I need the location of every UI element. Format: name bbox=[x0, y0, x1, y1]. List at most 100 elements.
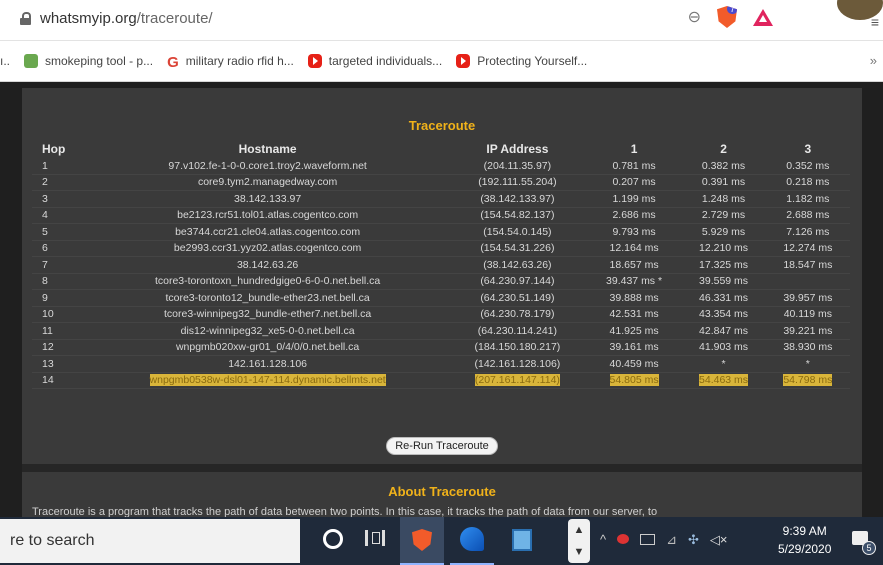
cell-ip-address: (38.142.133.97) bbox=[448, 190, 587, 208]
cell-hostname: wnpgmb0538w-dsl01-147-114.dynamic.bellmt… bbox=[87, 372, 449, 389]
taskbar-search-input[interactable]: re to search bbox=[0, 519, 300, 563]
cell-time-3: 18.547 ms bbox=[765, 256, 850, 274]
cell-ip-address: (154.54.0.145) bbox=[448, 223, 587, 241]
cell-time-3 bbox=[765, 273, 850, 290]
brave-rewards-icon[interactable] bbox=[753, 8, 773, 26]
cell-hop: 13 bbox=[32, 355, 88, 373]
cell-time-1: 54.805 ms bbox=[586, 372, 682, 389]
cell-time-1: 9.793 ms bbox=[586, 223, 682, 241]
cell-time-3: * bbox=[765, 355, 850, 373]
cell-time-3: 54.798 ms bbox=[765, 372, 850, 389]
url-host: whatsmyip.org bbox=[40, 10, 137, 27]
cortana-icon[interactable] bbox=[323, 529, 343, 549]
browser-menu-icon[interactable]: ≡ bbox=[871, 14, 879, 30]
highlighted-text: (207.161.147.114) bbox=[474, 374, 560, 387]
cell-time-2: 5.929 ms bbox=[681, 223, 766, 241]
cell-hostname: tcore3-toronto12_bundle-ether23.net.bell… bbox=[87, 289, 449, 307]
task-view-icon[interactable] bbox=[365, 530, 385, 546]
bookmark-military-radio[interactable]: G military radio rfid h... bbox=[167, 54, 294, 71]
cell-time-3: 0.218 ms bbox=[765, 174, 850, 191]
cell-hop: 12 bbox=[32, 339, 88, 356]
table-row: 3 38.142.133.97 (38.142.133.97) 1.199 ms 1.2… bbox=[32, 190, 850, 208]
taskbar-brave-app[interactable] bbox=[400, 517, 444, 565]
bookmark-label: targeted individuals... bbox=[328, 54, 443, 68]
cell-hostname: 142.161.128.106 bbox=[87, 355, 449, 373]
cell-time-2: 12.210 ms bbox=[681, 240, 766, 257]
shield-count-badge: 7 bbox=[727, 6, 737, 14]
zoom-icon[interactable]: ⊖ bbox=[688, 7, 701, 27]
highlighted-text: 54.798 ms bbox=[783, 374, 833, 387]
table-row: 8 tcore3-torontoxn_hundredgige0-6-0-0.net… bbox=[32, 273, 850, 290]
table-row: 14 wnpgmb0538w-dsl01-147-114.dynamic.bell… bbox=[32, 372, 850, 389]
tray-overflow-button[interactable]: ▲ ▼ bbox=[568, 519, 590, 563]
cell-ip-address: (64.230.114.241) bbox=[448, 322, 587, 340]
cell-ip-address: (154.54.82.137) bbox=[448, 207, 587, 224]
tray-app-icon[interactable] bbox=[617, 534, 630, 544]
cell-hostname: be3744.ccr21.cle04.atlas.cogentco.com bbox=[87, 223, 449, 241]
cell-hostname: tcore3-torontoxn_hundredgige0-6-0-0.net.… bbox=[87, 273, 449, 290]
cell-time-3: 2.688 ms bbox=[765, 207, 850, 224]
url-field[interactable]: whatsmyip.org/traceroute/ bbox=[20, 10, 213, 27]
bookmark-protecting-yourself[interactable]: Protecting Yourself... bbox=[456, 54, 587, 68]
bookmark-overflow-left[interactable]: ı.. bbox=[0, 54, 10, 68]
system-tray: ^ ⊿ ✣ ◁× bbox=[600, 532, 728, 548]
cell-time-1: 0.207 ms bbox=[586, 174, 682, 191]
battery-icon[interactable] bbox=[640, 534, 656, 545]
cell-time-1: 1.199 ms bbox=[586, 190, 682, 208]
cell-time-1: 0.781 ms bbox=[586, 158, 682, 175]
table-row: 10 tcore3-winnipeg32_bundle-ether7.net.be… bbox=[32, 306, 850, 323]
edge-browser-icon bbox=[460, 527, 484, 551]
table-row: 6 be2993.ccr31.yyz02.atlas.cogentco.com (1… bbox=[32, 240, 850, 257]
bookmark-smokeping[interactable]: smokeping tool - p... bbox=[24, 54, 153, 68]
bookmark-label: Protecting Yourself... bbox=[477, 54, 588, 68]
cell-hostname: 97.v102.fe-1-0-0.core1.troy2.waveform.ne… bbox=[87, 158, 449, 175]
cell-time-3: 1.182 ms bbox=[765, 190, 850, 208]
cell-hostname: be2993.ccr31.yyz02.atlas.cogentco.com bbox=[87, 240, 449, 257]
cell-ip-address: (64.230.78.179) bbox=[448, 306, 587, 323]
cell-hostname: 38.142.63.26 bbox=[87, 256, 449, 274]
taskbar-edge-app[interactable] bbox=[450, 517, 494, 565]
cell-time-2: 0.391 ms bbox=[681, 174, 766, 191]
lock-icon[interactable] bbox=[20, 12, 31, 25]
cell-hop: 7 bbox=[32, 256, 88, 274]
table-row: 9 tcore3-toronto12_bundle-ether23.net.bel… bbox=[32, 289, 850, 307]
cell-hostname: 38.142.133.97 bbox=[87, 190, 449, 208]
youtube-favicon-icon bbox=[456, 54, 471, 68]
dropbox-icon[interactable]: ✣ bbox=[688, 532, 699, 548]
table-row: 2 core9.tym2.managedway.com (192.111.55.20… bbox=[32, 174, 850, 191]
cell-time-3: 38.930 ms bbox=[765, 339, 850, 356]
cell-ip-address: (204.11.35.97) bbox=[448, 158, 587, 175]
cell-time-1: 39.437 ms * bbox=[586, 273, 682, 290]
cell-time-1: 12.164 ms bbox=[586, 240, 682, 257]
cell-hop: 11 bbox=[32, 322, 88, 340]
bookmark-targeted-individuals[interactable]: targeted individuals... bbox=[307, 54, 443, 68]
cell-time-1: 39.161 ms bbox=[586, 339, 682, 356]
cell-time-2: * bbox=[681, 355, 766, 373]
cell-hostname: dis12-winnipeg32_xe5-0-0.net.bell.ca bbox=[87, 322, 449, 340]
rerun-traceroute-button[interactable]: Re-Run Traceroute bbox=[386, 437, 498, 455]
google-favicon-icon: G bbox=[167, 54, 179, 71]
cell-hop: 1 bbox=[32, 158, 88, 175]
notification-count-badge: 5 bbox=[862, 541, 876, 555]
taskbar-notepad-app[interactable] bbox=[500, 517, 544, 565]
cell-time-1: 41.925 ms bbox=[586, 322, 682, 340]
brave-shield-icon[interactable]: 7 bbox=[717, 6, 737, 28]
url-path: /traceroute/ bbox=[136, 10, 213, 27]
volume-icon[interactable]: ◁× bbox=[710, 532, 728, 548]
tray-chevron-icon[interactable]: ^ bbox=[600, 532, 606, 548]
cell-hostname: wnpgmb020xw-gr01_0/4/0/0.net.bell.ca bbox=[87, 339, 449, 356]
cell-ip-address: (64.230.97.144) bbox=[448, 273, 587, 290]
taskbar-clock[interactable]: 9:39 AM 5/29/2020 bbox=[778, 522, 831, 558]
table-row: 5 be3744.ccr21.cle04.atlas.cogentco.com (1… bbox=[32, 223, 850, 241]
bookmarks-more-icon[interactable]: » bbox=[870, 53, 877, 68]
bookmark-label: military radio rfid h... bbox=[185, 54, 294, 68]
cell-time-2: 41.903 ms bbox=[681, 339, 766, 356]
cell-time-2: 0.382 ms bbox=[681, 158, 766, 175]
table-row: 12 wnpgmb020xw-gr01_0/4/0/0.net.bell.ca (1… bbox=[32, 339, 850, 356]
windows-taskbar: re to search ▲ ▼ ^ ⊿ ✣ ◁× 9:39 AM 5/29/20… bbox=[0, 517, 883, 565]
table-row: 11 dis12-winnipeg32_xe5-0-0.net.bell.ca (6… bbox=[32, 322, 850, 340]
cell-time-3: 7.126 ms bbox=[765, 223, 850, 241]
network-icon[interactable]: ⊿ bbox=[666, 532, 677, 548]
cell-time-1: 42.531 ms bbox=[586, 306, 682, 323]
cell-ip-address: (154.54.31.226) bbox=[448, 240, 587, 257]
